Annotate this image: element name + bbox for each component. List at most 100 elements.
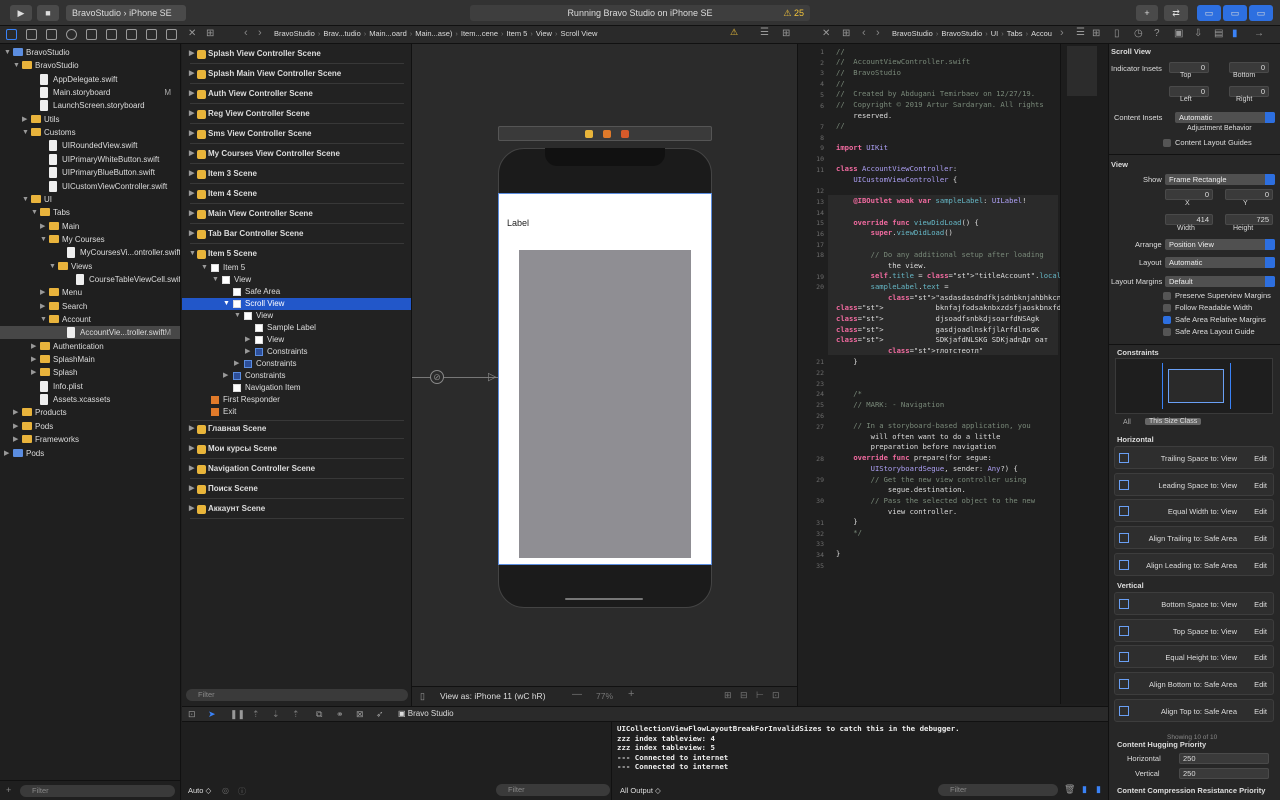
code-line[interactable]: class="st"> SDKjafdNLSKG SDKjadnДл оат bbox=[836, 335, 1048, 345]
edit-button[interactable]: Edit bbox=[1254, 627, 1267, 636]
add-editor-icon[interactable]: ⊞ bbox=[782, 28, 790, 39]
size-class-all-tab[interactable]: All bbox=[1123, 419, 1131, 426]
source-editor[interactable]: 1 2 3 4 5 6 7 8 9 10 11 12 13 14 15 16 17 18 19 20 21 22 23 24 2… bbox=[798, 44, 1060, 704]
disclosure-icon[interactable]: ▶ bbox=[40, 286, 45, 299]
outline-scene[interactable]: ▶ Мои курсы Scene bbox=[182, 443, 411, 455]
disclosure-icon[interactable]: ▶ bbox=[189, 228, 194, 240]
disclosure-icon[interactable]: ▶ bbox=[189, 483, 194, 495]
zoom-out-icon[interactable]: — bbox=[572, 689, 582, 700]
storyboard-canvas[interactable]: ⊘ ▷ Label bbox=[412, 44, 798, 686]
code-line[interactable]: // Copyright © 2019 Artur Sardaryan. All… bbox=[836, 100, 1044, 110]
disclosure-icon[interactable]: ▶ bbox=[189, 148, 194, 160]
split-right-icon[interactable]: ▮ bbox=[1096, 784, 1101, 795]
minimap[interactable] bbox=[1060, 44, 1108, 704]
navigator-item[interactable]: ▶ Pods bbox=[0, 447, 180, 460]
disclosure-icon[interactable]: ▶ bbox=[189, 463, 194, 475]
navigator-item[interactable]: ▼ Views bbox=[0, 260, 180, 273]
code-line[interactable]: preparation before navigation bbox=[836, 442, 997, 452]
outline-item[interactable]: ▼ Item 5 bbox=[182, 262, 411, 274]
navigator-item[interactable]: ▶ Pods bbox=[0, 420, 180, 433]
y-field[interactable]: 0 bbox=[1225, 189, 1273, 200]
navigator-item[interactable]: AccountVie...troller.swift M bbox=[0, 326, 180, 340]
code-line[interactable]: // In a storyboard-based application, yo… bbox=[836, 421, 1030, 431]
stop-button[interactable]: ■ bbox=[37, 5, 59, 21]
navigator-item[interactable]: ▼ Tabs bbox=[0, 206, 180, 219]
constraint-item[interactable]: Align Bottom to: Safe Area Edit bbox=[1114, 672, 1274, 696]
info-icon[interactable]: ⓘ bbox=[238, 786, 246, 797]
content-layout-guides-checkbox[interactable] bbox=[1163, 139, 1171, 147]
back-icon[interactable]: ‹ bbox=[244, 27, 248, 39]
outline-scene[interactable]: ▼ Item 5 Scene bbox=[182, 248, 411, 260]
navigator-item[interactable]: ▼ Account bbox=[0, 313, 180, 326]
variables-filter-input[interactable]: Filter bbox=[496, 784, 610, 796]
console-filter-input[interactable]: Filter bbox=[938, 784, 1058, 796]
disclosure-icon[interactable]: ▼ bbox=[49, 260, 56, 273]
margin-checkbox[interactable] bbox=[1163, 304, 1171, 312]
disclosure-icon[interactable]: ▼ bbox=[234, 310, 241, 322]
code-line[interactable]: // bbox=[836, 79, 845, 89]
constraint-item[interactable]: Trailing Space to: View Edit bbox=[1114, 446, 1274, 469]
auto-popup[interactable]: Auto ◇ bbox=[188, 786, 211, 795]
disclosure-icon[interactable]: ▶ bbox=[223, 370, 228, 382]
code-line[interactable]: // AccountViewController.swift bbox=[836, 57, 970, 67]
constraint-item[interactable]: Bottom Space to: View Edit bbox=[1114, 592, 1274, 615]
navigator-item[interactable]: UICustomViewController.swift bbox=[0, 180, 180, 193]
height-field[interactable]: 725 bbox=[1225, 214, 1273, 225]
disclosure-icon[interactable]: ▼ bbox=[40, 313, 47, 326]
constraints-diagram[interactable] bbox=[1115, 358, 1273, 414]
outline-scene[interactable]: ▶ Navigation Controller Scene bbox=[182, 463, 411, 475]
outline-scene[interactable]: ▶ Item 3 Scene bbox=[182, 168, 411, 180]
navigator-item[interactable]: UIPrimaryBlueButton.swift bbox=[0, 166, 180, 179]
code-line[interactable]: // Created by Abdugani Temirbaev on 12/2… bbox=[836, 89, 1035, 99]
code-line[interactable]: UIStoryboardSegue, sender: Any?) { bbox=[836, 464, 1018, 474]
code-line[interactable]: // MARK: - Navigation bbox=[836, 400, 944, 410]
navigator-item[interactable]: ▶ Menu bbox=[0, 286, 180, 299]
disclosure-icon[interactable]: ▼ bbox=[22, 126, 29, 139]
navigator-item[interactable]: LaunchScreen.storyboard bbox=[0, 99, 180, 112]
outline-scene[interactable]: ▶ Поиск Scene bbox=[182, 483, 411, 495]
constraint-item[interactable]: Align Trailing to: Safe Area Edit bbox=[1114, 526, 1274, 550]
align-icon[interactable]: ⊟ bbox=[740, 690, 748, 701]
size-inspector-icon[interactable]: ▤ bbox=[1214, 28, 1223, 39]
outline-item[interactable]: ▼ View bbox=[182, 310, 411, 322]
disclosure-icon[interactable]: ▶ bbox=[13, 406, 18, 419]
back-icon[interactable]: ‹ bbox=[862, 27, 866, 39]
outline-scene[interactable]: ▶ My Courses View Controller Scene bbox=[182, 148, 411, 160]
navigator-item[interactable]: ▶ Search bbox=[0, 300, 180, 313]
first-responder-icon[interactable] bbox=[603, 130, 611, 138]
project-navigator-icon[interactable] bbox=[6, 29, 17, 40]
navigator-item[interactable]: Assets.xcassets bbox=[0, 393, 180, 406]
code-line[interactable]: override func viewDidLoad() { bbox=[836, 218, 979, 228]
navigator-item[interactable]: UIRoundedView.swift bbox=[0, 139, 180, 152]
margin-checkbox[interactable] bbox=[1163, 316, 1171, 324]
code-line[interactable]: } bbox=[836, 549, 840, 559]
disclosure-icon[interactable]: ▶ bbox=[31, 340, 36, 353]
segue-icon[interactable]: ⊘ bbox=[430, 370, 444, 384]
history-inspector-icon[interactable]: ◷ bbox=[1134, 28, 1143, 39]
constraint-item[interactable]: Align Top to: Safe Area Edit bbox=[1114, 698, 1274, 722]
disclosure-icon[interactable]: ▶ bbox=[189, 503, 194, 515]
disclosure-icon[interactable]: ▶ bbox=[13, 433, 18, 446]
disclosure-icon[interactable]: ▶ bbox=[189, 88, 194, 100]
navigator-item[interactable]: Info.plist bbox=[0, 380, 180, 393]
edit-button[interactable]: Edit bbox=[1254, 680, 1267, 689]
navigator-item[interactable]: ▼ UI bbox=[0, 193, 180, 206]
disclosure-icon[interactable]: ▶ bbox=[189, 188, 194, 200]
code-line[interactable]: // Pass the selected object to the new bbox=[836, 496, 1035, 506]
view-hierarchy-icon[interactable]: ⧉ bbox=[316, 709, 322, 720]
disclosure-icon[interactable]: ▶ bbox=[4, 447, 9, 460]
outline-item[interactable]: ▶ View bbox=[182, 334, 411, 346]
edit-button[interactable]: Edit bbox=[1254, 507, 1267, 516]
code-line[interactable]: class="st">"asdasdasdndfkjsdnbknjahbhkcn… bbox=[836, 293, 1060, 303]
outline-scene[interactable]: ▶ Item 4 Scene bbox=[182, 188, 411, 200]
environment-overrides-icon[interactable]: ⊠ bbox=[356, 709, 364, 720]
width-field[interactable]: 414 bbox=[1165, 214, 1213, 225]
warning-badge[interactable]: ⚠ 25 bbox=[783, 5, 804, 21]
identity-inspector-icon[interactable]: ▣ bbox=[1174, 28, 1183, 39]
zoom-in-icon[interactable]: + bbox=[628, 688, 634, 700]
outline-scene[interactable]: ▶ Splash Main View Controller Scene bbox=[182, 68, 411, 80]
outline-item[interactable]: Exit bbox=[182, 406, 411, 418]
edit-button[interactable]: Edit bbox=[1254, 481, 1267, 490]
navigator-item[interactable]: ▼ Customs bbox=[0, 126, 180, 139]
file-inspector-icon[interactable]: ▯ bbox=[1114, 28, 1120, 39]
